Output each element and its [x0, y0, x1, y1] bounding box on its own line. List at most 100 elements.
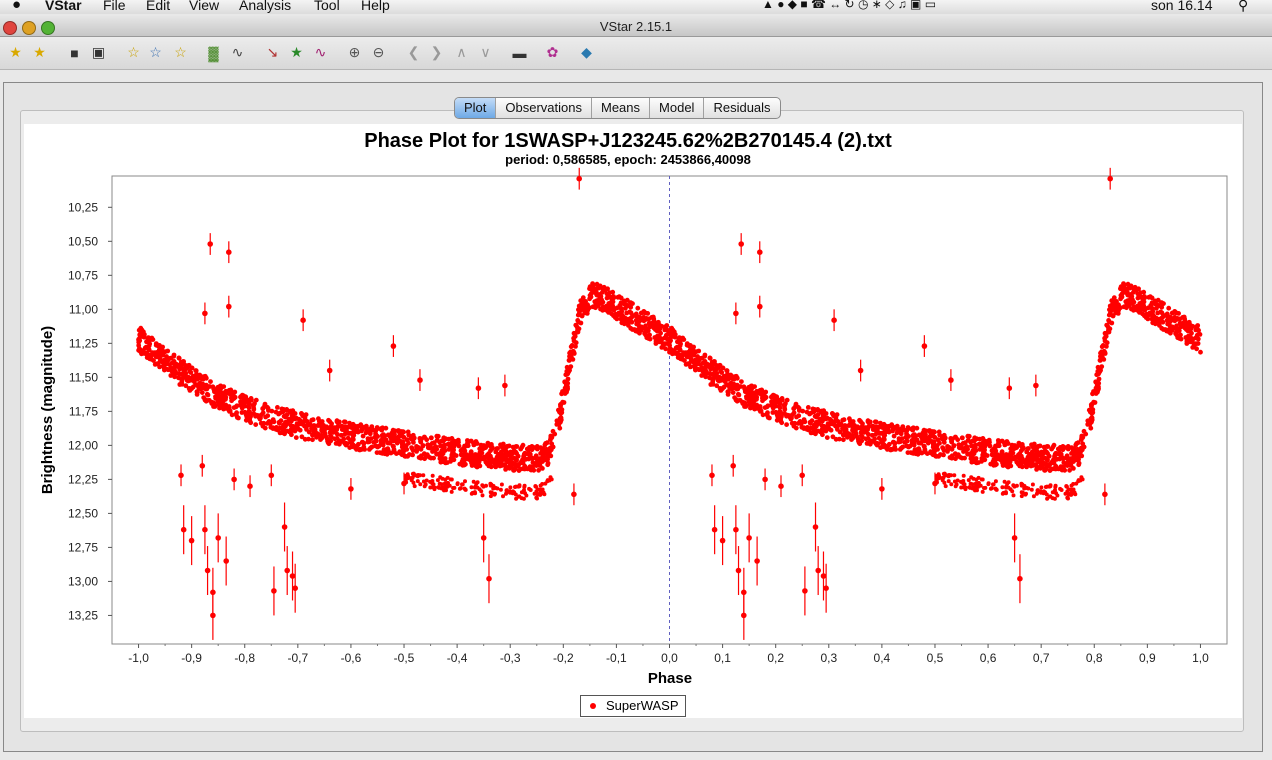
wave-icon[interactable]: ∿ [227, 42, 248, 63]
data-point [872, 419, 878, 425]
data-point [322, 425, 328, 431]
pan-up-icon[interactable]: ∧ [451, 42, 472, 63]
tab-residuals[interactable]: Residuals [703, 98, 779, 118]
menu-analysis[interactable]: Analysis [239, 0, 291, 13]
y-tick-label: 13,00 [68, 574, 98, 588]
zoom-in-icon[interactable]: ⊕ [344, 42, 365, 63]
data-point [465, 443, 471, 449]
legend-marker-superwasp [590, 703, 596, 709]
menu-clock[interactable]: son 16.14 [1151, 0, 1213, 13]
new-star-icon[interactable]: ★ [5, 42, 26, 63]
data-point [846, 423, 852, 428]
phase-plot-chart[interactable]: Phase Plot for 1SWASP+J123245.62%2B27014… [24, 124, 1242, 718]
star-observations-icon[interactable]: ☆ [145, 42, 166, 63]
zoom-plot-icon[interactable]: ↘ [262, 42, 283, 63]
data-point [969, 443, 974, 449]
data-point [494, 446, 500, 451]
telescope-icon[interactable]: ▬ [509, 42, 530, 63]
menu-file[interactable]: File [103, 0, 126, 13]
star-info-icon[interactable]: ☆ [123, 42, 144, 63]
data-point [744, 395, 749, 401]
data-point [628, 310, 634, 316]
data-point [455, 481, 460, 486]
data-point [293, 435, 299, 440]
data-point [507, 465, 512, 471]
pan-right-icon[interactable]: ❯ [426, 42, 447, 63]
data-point [769, 399, 774, 405]
data-point [1053, 485, 1058, 489]
data-point [270, 417, 276, 422]
zoom-out-icon[interactable]: ⊖ [368, 42, 389, 63]
data-point [243, 417, 249, 423]
data-point [445, 484, 450, 489]
data-point [730, 463, 736, 469]
save-icon[interactable]: ■ [64, 42, 85, 63]
status-icons[interactable]: ▲ ● ◆ ■ ☎ ↔ ↻ ◷ ∗ ◇ ♫ ▣ ▭ [762, 0, 936, 11]
data-point [415, 479, 420, 484]
data-point [542, 492, 547, 497]
tab-plot[interactable]: Plot [455, 98, 496, 118]
data-point [626, 323, 631, 328]
data-point [508, 485, 513, 490]
open-star-icon[interactable]: ★ [29, 42, 50, 63]
chart-legend: SuperWASP [580, 695, 686, 717]
data-point [382, 433, 387, 439]
data-point [389, 430, 395, 436]
tab-model[interactable]: Model [649, 98, 703, 118]
tab-observations[interactable]: Observations [495, 98, 591, 118]
data-point [999, 456, 1005, 462]
plugin-icon[interactable]: ✿ [542, 42, 563, 63]
menu-edit[interactable]: Edit [146, 0, 170, 13]
data-point [733, 526, 739, 533]
data-point [959, 485, 964, 490]
apple-menu-icon[interactable]: ● [12, 0, 21, 13]
menu-tool[interactable]: Tool [314, 0, 340, 13]
menu-view[interactable]: View [189, 0, 219, 13]
info-icon[interactable]: ◆ [576, 42, 597, 63]
data-point [161, 365, 167, 371]
data-point [380, 440, 386, 446]
tab-means[interactable]: Means [591, 98, 649, 118]
data-point [1121, 282, 1127, 288]
spotlight-search-icon[interactable]: ⚲ [1238, 0, 1248, 14]
data-point [513, 485, 517, 489]
app-name-menu[interactable]: VStar [45, 0, 82, 13]
data-point [884, 423, 889, 429]
data-point [566, 369, 572, 375]
data-point [1068, 491, 1073, 496]
data-point [1198, 349, 1203, 355]
data-point [707, 371, 712, 376]
data-point [959, 435, 965, 441]
data-point [614, 305, 620, 311]
pan-left-icon[interactable]: ❮ [403, 42, 424, 63]
data-point [242, 403, 248, 409]
print-icon[interactable]: ▣ [88, 42, 109, 63]
data-point [849, 433, 855, 438]
data-point [913, 433, 918, 439]
phase-plot-svg[interactable]: Phase Plot for 1SWASP+J123245.62%2B27014… [24, 124, 1242, 718]
data-point [146, 346, 152, 352]
menu-help[interactable]: Help [361, 0, 390, 13]
star-filter-icon[interactable]: ☆ [170, 42, 191, 63]
mean-bars-icon[interactable]: ▓ [203, 42, 224, 63]
data-point [469, 485, 474, 490]
data-point [866, 424, 871, 430]
polynomial-fit-icon[interactable]: ∿ [310, 42, 331, 63]
y-axis-label: Brightness (magnitude) [39, 326, 56, 494]
data-point [873, 424, 878, 430]
data-point [707, 355, 713, 361]
data-point [150, 337, 156, 342]
data-point [830, 411, 836, 417]
data-point [784, 422, 789, 427]
data-point [540, 459, 545, 464]
data-point [691, 344, 696, 350]
data-point [1011, 535, 1018, 541]
star-model-icon[interactable]: ★ [286, 42, 307, 63]
data-point [380, 425, 385, 431]
data-point [528, 454, 534, 460]
data-point [764, 412, 770, 418]
data-point [776, 410, 781, 416]
pan-down-icon[interactable]: ∨ [475, 42, 496, 63]
data-point [543, 481, 548, 486]
data-point [1172, 309, 1178, 315]
